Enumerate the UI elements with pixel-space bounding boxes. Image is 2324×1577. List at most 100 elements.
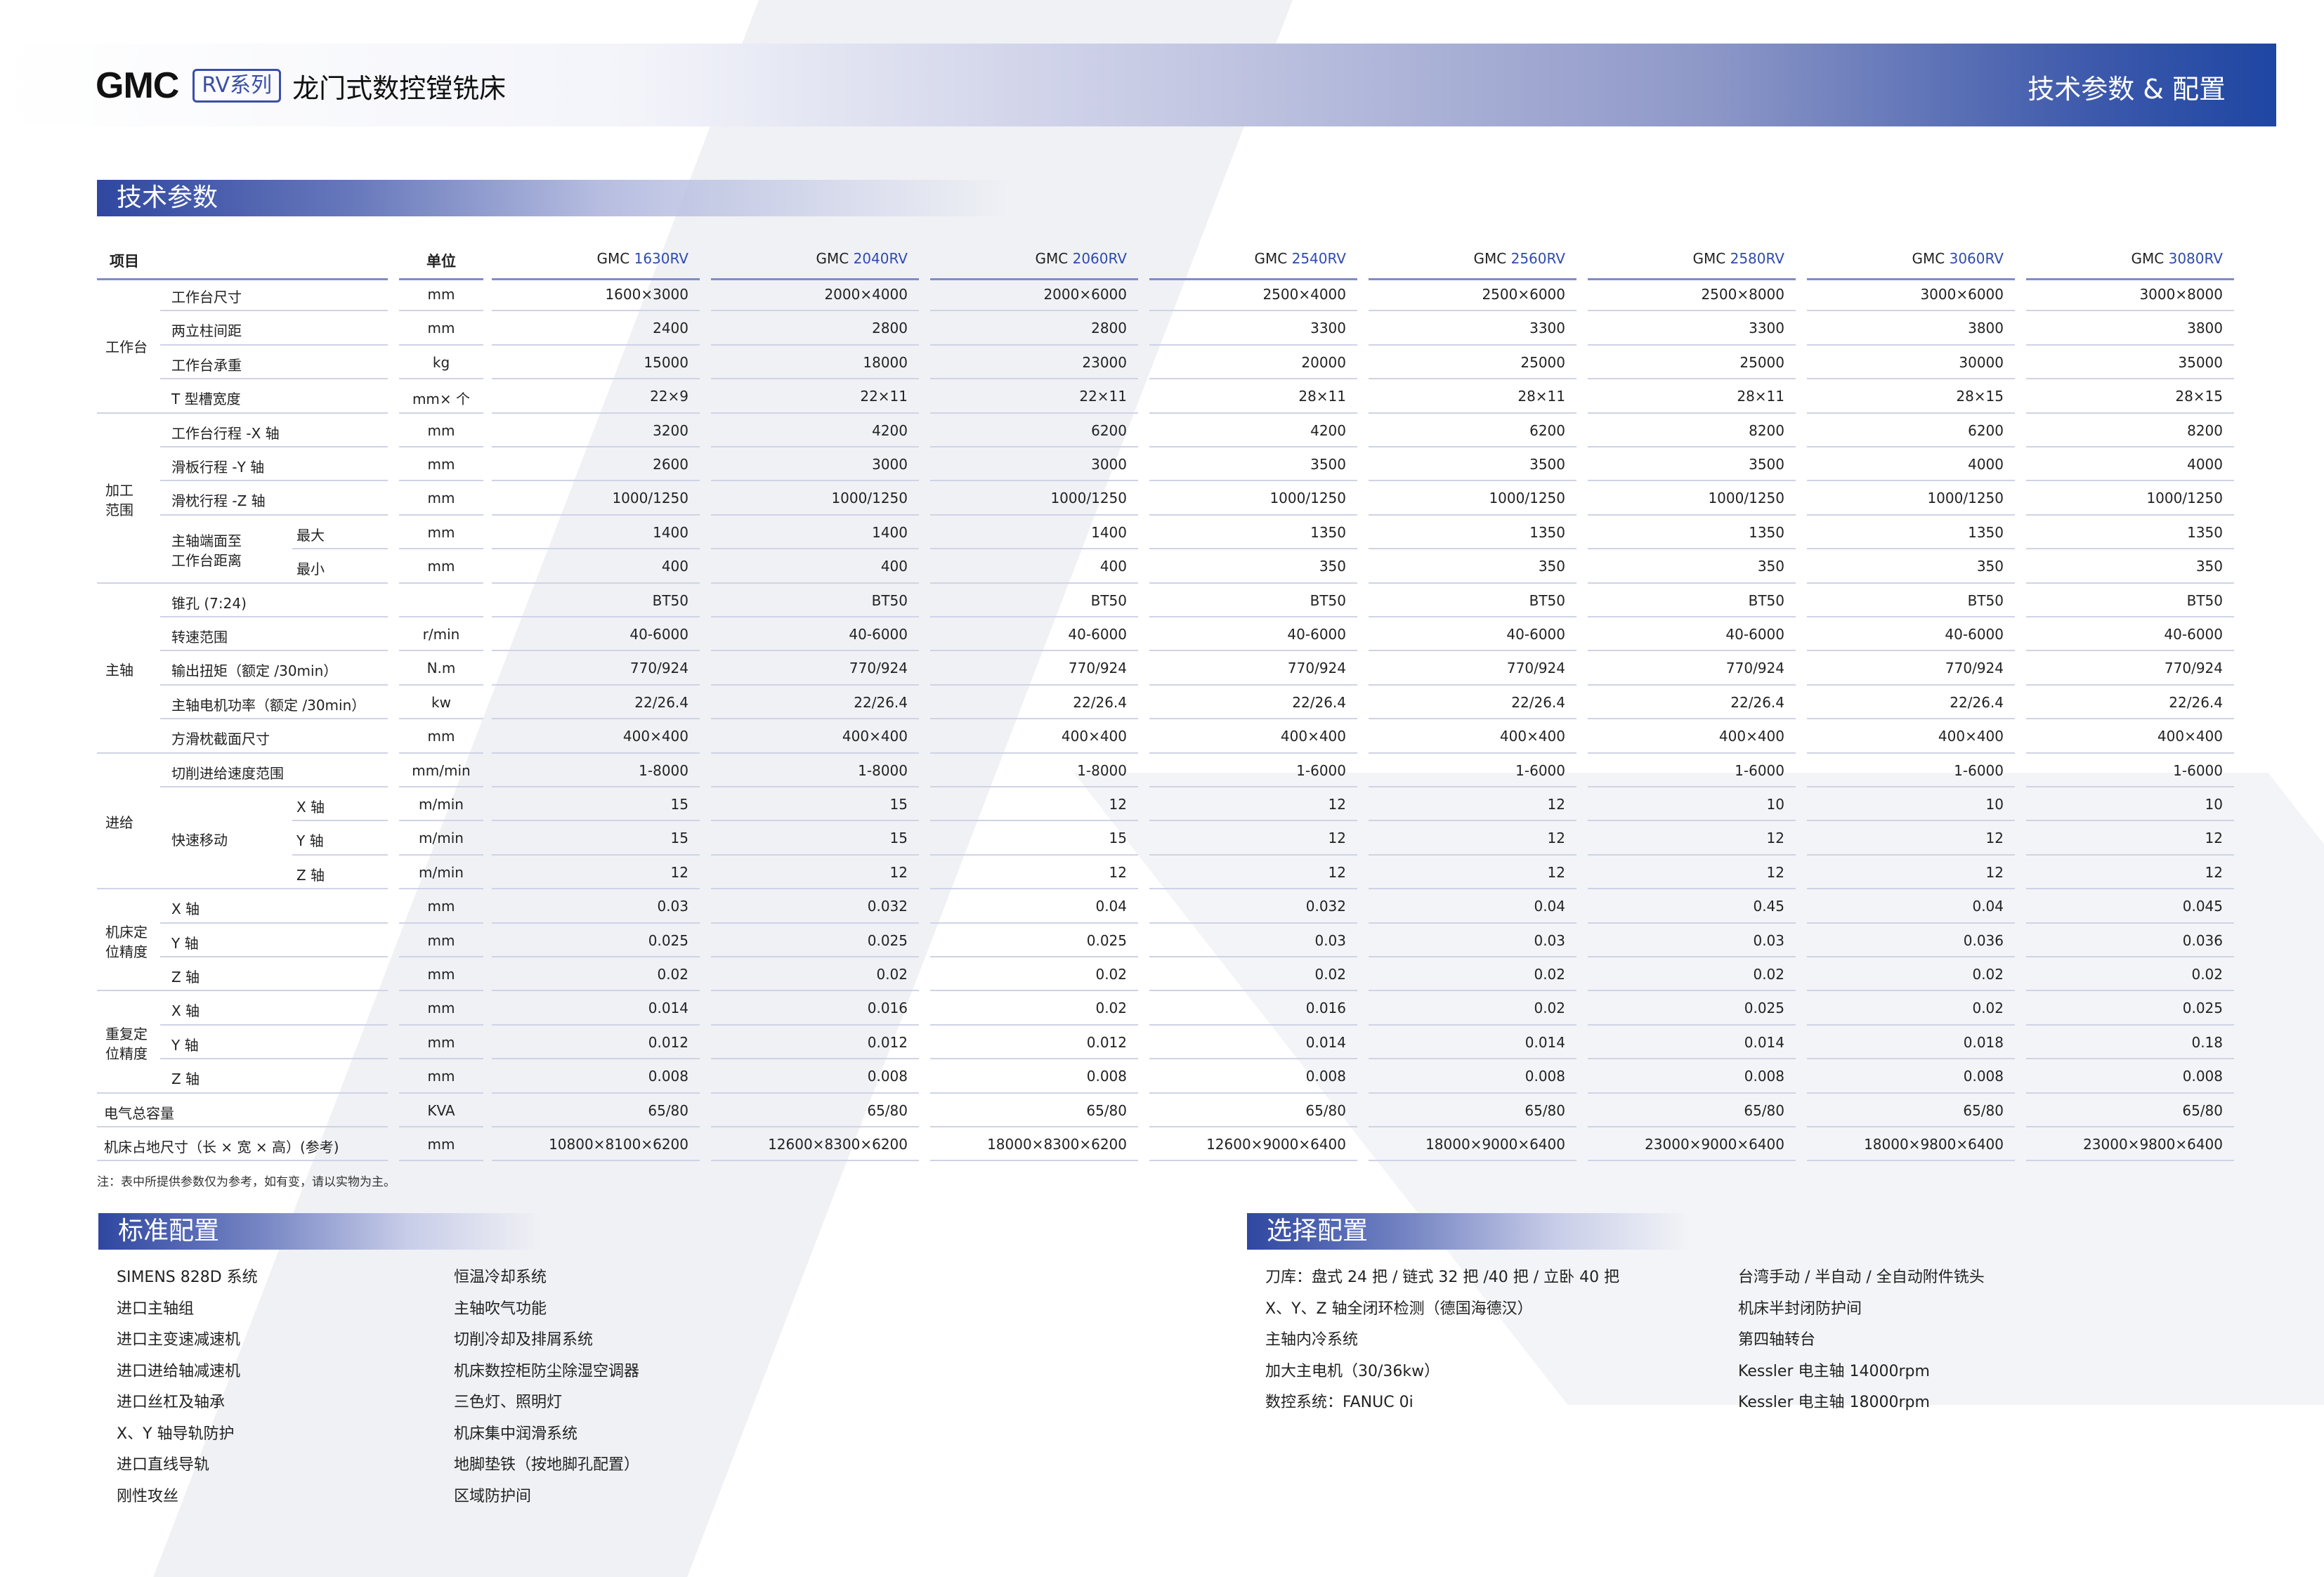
table-cell: 0.008 bbox=[2182, 1068, 2223, 1085]
table-cell: 3500 bbox=[1310, 456, 1346, 473]
table-cell: 0.016 bbox=[1305, 1000, 1346, 1017]
table-cell: 1000/1250 bbox=[1708, 490, 1784, 507]
table-rule bbox=[1369, 820, 1576, 822]
table-cell: 400 bbox=[661, 558, 688, 575]
table-rule bbox=[1369, 548, 1576, 550]
table-cell: 0.012 bbox=[1086, 1033, 1127, 1051]
standard-config-item: 三色灯、照明灯 bbox=[454, 1394, 563, 1411]
table-cell: 22/26.4 bbox=[854, 693, 908, 711]
table-rule bbox=[1588, 582, 1796, 584]
table-cell: 0.036 bbox=[1963, 931, 2004, 949]
table-rule bbox=[1807, 378, 2015, 380]
table-rule bbox=[1807, 446, 2015, 447]
row-sublabel: Z 轴 bbox=[296, 866, 325, 884]
row-unit: mm bbox=[427, 1068, 455, 1085]
table-rule bbox=[1588, 513, 1796, 516]
table-cell: 0.03 bbox=[1314, 931, 1346, 949]
table-rule bbox=[711, 548, 919, 550]
table-cell: 12600×8300×6200 bbox=[768, 1136, 908, 1153]
table-rule bbox=[1807, 888, 2015, 890]
model-prefix: GMC bbox=[596, 250, 634, 267]
table-rule bbox=[1807, 853, 2015, 856]
row-sublabel: 最大 bbox=[296, 526, 325, 544]
table-cell: 770/924 bbox=[1725, 660, 1784, 677]
table-cell: 20000 bbox=[1301, 353, 1346, 371]
standard-config-item: 区域防护间 bbox=[454, 1487, 532, 1505]
table-cell: 28×15 bbox=[1956, 388, 2004, 405]
table-rule bbox=[1149, 412, 1357, 414]
standard-config-item: X、Y 轴导轨防护 bbox=[117, 1425, 235, 1443]
table-rule bbox=[492, 922, 700, 924]
row-label: Z 轴 bbox=[171, 969, 200, 986]
table-cell: 1350 bbox=[2187, 523, 2223, 541]
table-rule bbox=[399, 683, 483, 686]
row-label: 滑枕行程 -Z 轴 bbox=[171, 492, 266, 510]
row-group-label: 工作台 bbox=[105, 338, 148, 355]
optional-config-item: Kessler 电主轴 14000rpm bbox=[1738, 1362, 1930, 1380]
table-rule bbox=[1588, 480, 1796, 482]
column-header-model: GMC 1630RV bbox=[492, 250, 688, 267]
table-rule bbox=[1369, 718, 1576, 720]
table-cell: 12 bbox=[670, 863, 688, 881]
row-group-label: 重复定 位精度 bbox=[105, 1026, 148, 1062]
table-rule bbox=[492, 616, 700, 617]
table-rule bbox=[492, 888, 700, 890]
table-rule bbox=[1807, 1092, 2015, 1094]
table-cell: 22/26.4 bbox=[1073, 693, 1127, 711]
optional-config-item: 机床半封闭防护间 bbox=[1738, 1300, 1862, 1318]
table-rule bbox=[1588, 1160, 1796, 1162]
table-cell: BT50 bbox=[2186, 591, 2223, 609]
table-rule bbox=[492, 752, 700, 754]
table-rule bbox=[1369, 1126, 1576, 1127]
row-unit: mm/min bbox=[412, 761, 471, 779]
table-rule bbox=[1807, 718, 2015, 720]
table-rule bbox=[2026, 990, 2234, 992]
row-group-label: 机床定 位精度 bbox=[105, 923, 148, 960]
table-rule bbox=[1588, 752, 1796, 754]
table-rule bbox=[399, 853, 483, 856]
table-rule bbox=[1149, 683, 1357, 686]
table-rule bbox=[399, 1092, 483, 1094]
table-rule bbox=[160, 378, 388, 380]
table-cell: 12 bbox=[1985, 830, 2004, 847]
table-rule bbox=[1588, 718, 1796, 720]
table-cell: 25000 bbox=[1739, 353, 1784, 371]
table-rule bbox=[711, 616, 919, 617]
row-unit: N.m bbox=[426, 660, 456, 677]
row-group-label: 进给 bbox=[105, 814, 133, 832]
table-cell: 8200 bbox=[2187, 421, 2223, 439]
table-rule bbox=[1369, 616, 1576, 617]
row-unit: KVA bbox=[427, 1101, 455, 1119]
table-rule bbox=[492, 956, 700, 957]
table-cell: 400×400 bbox=[2157, 728, 2223, 745]
table-cell: 0.02 bbox=[1095, 966, 1127, 983]
table-rule bbox=[492, 548, 700, 550]
table-cell: BT50 bbox=[1967, 591, 2004, 609]
table-rule bbox=[1807, 786, 2015, 787]
table-cell: 3000×8000 bbox=[2139, 286, 2223, 303]
table-cell: 23000×9000×6400 bbox=[1645, 1136, 1784, 1153]
table-cell: 40-6000 bbox=[1287, 626, 1346, 643]
table-rule bbox=[2026, 718, 2234, 720]
table-cell: 3000 bbox=[872, 456, 908, 473]
table-cell: 0.032 bbox=[867, 898, 908, 915]
table-rule bbox=[2026, 1023, 2234, 1026]
optional-config-item: 第四轴转台 bbox=[1738, 1331, 1816, 1349]
table-rule bbox=[1149, 1160, 1357, 1162]
table-rule bbox=[711, 1023, 919, 1026]
table-cell: 0.025 bbox=[1744, 1000, 1784, 1017]
table-rule bbox=[2026, 956, 2234, 957]
table-cell: 30000 bbox=[1959, 353, 2004, 371]
table-cell: 400×400 bbox=[1938, 728, 2004, 745]
table-cell: 2800 bbox=[872, 320, 908, 337]
standard-config-item: 切削冷却及排屑系统 bbox=[454, 1331, 594, 1349]
table-rule bbox=[1369, 1160, 1576, 1162]
table-rule bbox=[2026, 412, 2234, 414]
table-rule bbox=[1369, 446, 1576, 447]
row-label: 切削进给速度范围 bbox=[171, 764, 284, 782]
table-cell: 0.012 bbox=[867, 1033, 908, 1051]
model-prefix: GMC bbox=[1473, 250, 1511, 267]
table-cell: 0.008 bbox=[1525, 1068, 1565, 1085]
table-rule bbox=[492, 1023, 700, 1026]
row-sublabel: 最小 bbox=[296, 561, 325, 578]
